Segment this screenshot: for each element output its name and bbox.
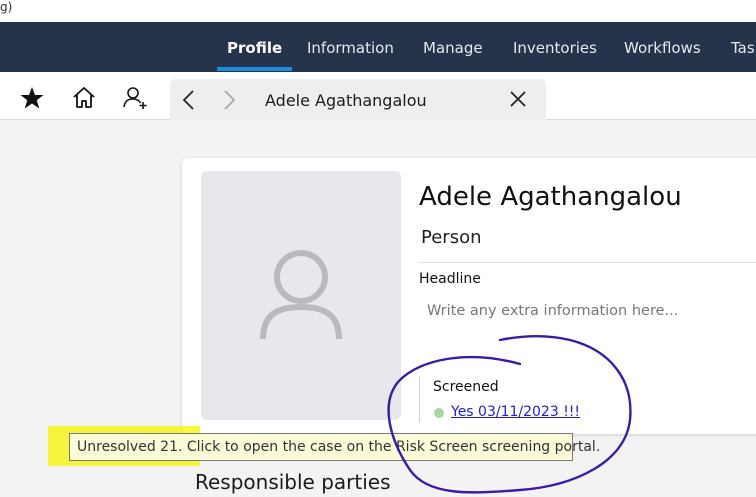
tooltip: Unresolved 21. Click to open the case on… <box>69 433 600 461</box>
tab-information[interactable]: Information <box>307 22 394 72</box>
tab-workflows[interactable]: Workflows <box>624 22 701 72</box>
record-tab-title: Adele Agathangalou <box>265 91 427 110</box>
tab-profile[interactable]: Profile <box>216 22 293 72</box>
headline-label: Headline <box>419 271 481 287</box>
window-title-strip: g) <box>0 0 756 22</box>
headline-input[interactable] <box>419 296 756 326</box>
add-person-icon[interactable] <box>121 84 149 112</box>
home-icon[interactable] <box>70 84 98 112</box>
screened-link[interactable]: Yes 03/11/2023 !!! <box>451 404 580 420</box>
chevron-right-icon[interactable] <box>215 86 243 114</box>
profile-name: Adele Agathangalou <box>419 182 682 212</box>
window-title: g) <box>0 0 13 14</box>
person-placeholder-icon <box>260 250 342 340</box>
tab-inventories[interactable]: Inventories <box>513 22 597 72</box>
chevron-left-icon[interactable] <box>175 86 203 114</box>
section-heading: Responsible parties <box>195 470 391 494</box>
top-nav-bar: Profile Information Manage Inventories W… <box>0 22 756 72</box>
avatar[interactable] <box>201 171 401 420</box>
divider <box>419 262 756 263</box>
screened-status-dot <box>434 408 444 418</box>
tab-manage[interactable]: Manage <box>423 22 483 72</box>
close-icon[interactable] <box>504 85 532 113</box>
star-icon[interactable] <box>18 84 46 112</box>
screened-divider <box>419 376 420 422</box>
tab-tasks[interactable]: Tasks <box>731 22 756 72</box>
screened-label: Screened <box>433 379 499 395</box>
profile-type: Person <box>421 227 482 248</box>
